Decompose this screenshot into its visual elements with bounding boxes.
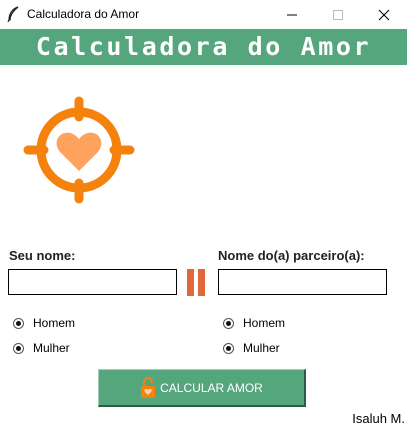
close-button[interactable] xyxy=(361,0,407,29)
close-icon xyxy=(378,9,390,20)
radio-right-mulher[interactable]: Mulher xyxy=(223,339,280,357)
radio-label: Mulher xyxy=(33,341,70,355)
page-title: Calculadora do Amor xyxy=(35,32,372,61)
radio-selected-icon xyxy=(223,317,234,329)
radio-right-homem[interactable]: Homem xyxy=(223,314,285,332)
pause-icon xyxy=(187,269,205,296)
minimize-button[interactable] xyxy=(269,0,315,29)
feather-icon xyxy=(7,6,19,22)
your-name-input[interactable] xyxy=(8,269,177,295)
window-titlebar: Calculadora do Amor xyxy=(0,0,407,29)
maximize-icon xyxy=(333,9,343,20)
author-credit: Isaluh M. xyxy=(352,411,405,426)
radio-selected-icon xyxy=(13,317,24,329)
partner-name-input[interactable] xyxy=(218,269,387,295)
lock-heart-icon xyxy=(141,376,156,398)
calculate-love-label: CALCULAR AMOR xyxy=(160,380,263,395)
partner-name-label: Nome do(a) parceiro(a): xyxy=(218,248,365,263)
minimize-icon xyxy=(287,14,297,15)
calculate-love-button[interactable]: CALCULAR AMOR xyxy=(98,369,306,407)
radio-selected-icon xyxy=(13,342,24,354)
header-banner: Calculadora do Amor xyxy=(0,29,407,65)
radio-left-mulher[interactable]: Mulher xyxy=(13,339,70,357)
radio-label: Homem xyxy=(243,316,286,330)
radio-label: Mulher xyxy=(243,341,280,355)
maximize-button[interactable] xyxy=(315,0,361,29)
radio-selected-icon xyxy=(223,342,234,354)
radio-left-homem[interactable]: Homem xyxy=(13,314,75,332)
your-name-label: Seu nome: xyxy=(9,248,76,263)
window-title: Calculadora do Amor xyxy=(27,7,140,21)
radio-label: Homem xyxy=(33,316,76,330)
target-heart-icon xyxy=(23,96,135,204)
